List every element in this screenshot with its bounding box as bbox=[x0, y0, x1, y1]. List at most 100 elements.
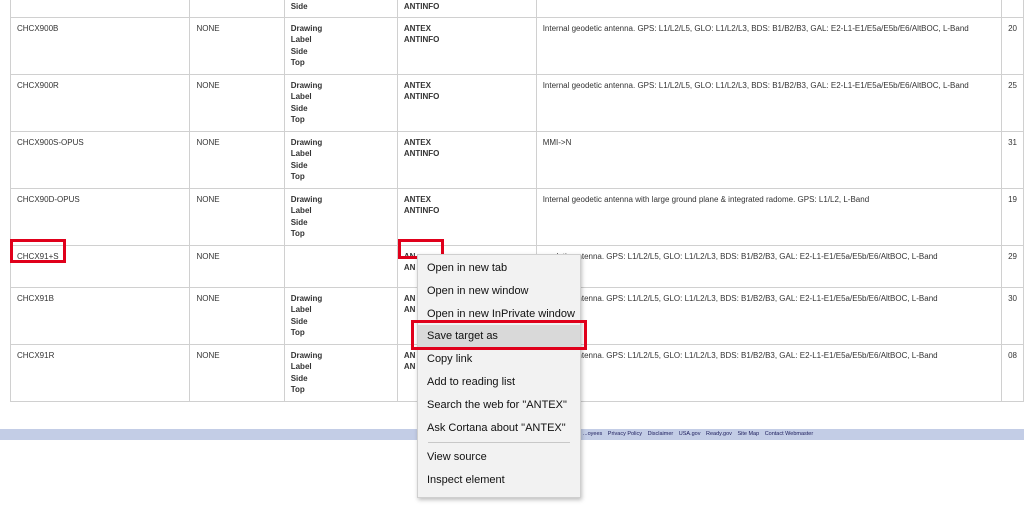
link-label[interactable]: Label bbox=[291, 361, 391, 373]
antenna-name-cell: CHCX91B bbox=[9, 286, 191, 345]
footer-link-readygov[interactable]: Ready.gov bbox=[706, 431, 732, 437]
date-cell: 31 bbox=[1001, 130, 1024, 189]
link-top[interactable]: Top bbox=[291, 171, 391, 183]
menu-save-target-as[interactable]: Save target as bbox=[418, 325, 580, 347]
link-side[interactable]: Side bbox=[291, 373, 391, 385]
footer-link-usagov[interactable]: USA.gov bbox=[679, 431, 701, 437]
menu-copy-link[interactable]: Copy link bbox=[418, 348, 580, 370]
link-top[interactable]: Top bbox=[291, 384, 391, 396]
description-cell: Internal geodetic antenna. GPS: L1/L2/L5… bbox=[535, 73, 1003, 132]
link-label[interactable]: Label bbox=[291, 34, 391, 46]
footer-link-disclaimer[interactable]: Disclaimer bbox=[648, 431, 674, 437]
antinfo-link[interactable]: ANTINFO bbox=[404, 34, 530, 46]
menu-inspect-element[interactable]: Inspect element bbox=[418, 469, 580, 491]
link-drawing[interactable]: Drawing bbox=[291, 293, 391, 305]
table-row: Side ANTINFO bbox=[9, 0, 1024, 18]
table-row: CHCX900S-OPUS NONE Drawing Label Side Top ANTE… bbox=[9, 130, 1024, 189]
link-top[interactable]: Top bbox=[291, 228, 391, 240]
antex-link[interactable]: ANTEX bbox=[404, 194, 530, 206]
link-label[interactable]: Label bbox=[291, 148, 391, 160]
radome-cell: NONE bbox=[189, 343, 285, 402]
link-top[interactable]: Top bbox=[291, 327, 391, 339]
description-cell: ...odetic antenna. GPS: L1/L2/L5, GLO: L… bbox=[535, 244, 1003, 288]
files-cell: ANTINFO bbox=[396, 0, 537, 18]
radome-cell: NONE bbox=[189, 244, 285, 288]
description-cell: MMI->N bbox=[535, 130, 1003, 189]
link-side[interactable]: Side bbox=[291, 103, 391, 115]
links-cell: Drawing Label Side Top bbox=[283, 286, 398, 345]
footer-link-privacy[interactable]: Privacy Policy bbox=[608, 431, 642, 437]
link-drawing[interactable]: Drawing bbox=[291, 350, 391, 362]
description-cell: Internal geodetic antenna. GPS: L1/L2/L5… bbox=[535, 16, 1003, 75]
link-top[interactable]: Top bbox=[291, 57, 391, 69]
antenna-name-cell: CHCX91+S bbox=[9, 244, 191, 288]
menu-open-new-tab[interactable]: Open in new tab bbox=[418, 257, 580, 279]
menu-separator bbox=[428, 442, 570, 443]
antenna-name-cell: CHCX900S-OPUS bbox=[9, 130, 191, 189]
files-cell: ANTEX ANTINFO bbox=[396, 187, 537, 246]
menu-search-web[interactable]: Search the web for "ANTEX" bbox=[418, 394, 580, 416]
links-cell: Drawing Label Side Top bbox=[283, 343, 398, 402]
links-cell: Drawing Label Side Top bbox=[283, 130, 398, 189]
radome-cell: NONE bbox=[189, 130, 285, 189]
menu-open-inprivate[interactable]: Open in new InPrivate window bbox=[418, 303, 580, 325]
antex-link[interactable]: ANTEX bbox=[404, 137, 530, 149]
table-row: CHCX900B NONE Drawing Label Side Top ANTEX ANTI… bbox=[9, 16, 1024, 75]
links-cell: Drawing Label Side Top bbox=[283, 73, 398, 132]
description-cell bbox=[535, 0, 1003, 18]
date-cell: 20 bbox=[1001, 16, 1024, 75]
link-label[interactable]: Label bbox=[291, 91, 391, 103]
date-cell: 29 bbox=[1001, 244, 1024, 288]
footer-link-employees[interactable]: ...oyees bbox=[583, 431, 602, 437]
menu-add-reading-list[interactable]: Add to reading list bbox=[418, 371, 580, 393]
date-cell: 30 bbox=[1001, 286, 1024, 345]
link-top[interactable]: Top bbox=[291, 114, 391, 126]
link-label[interactable]: Label bbox=[291, 304, 391, 316]
radome-cell: NONE bbox=[189, 187, 285, 246]
date-cell bbox=[1001, 0, 1024, 18]
description-cell: ...odetic antenna. GPS: L1/L2/L5, GLO: L… bbox=[535, 286, 1003, 345]
files-cell: ANTEX ANTINFO bbox=[396, 130, 537, 189]
link-side[interactable]: Side bbox=[291, 217, 391, 229]
link-drawing[interactable]: Drawing bbox=[291, 137, 391, 149]
antenna-name-cell: CHCX90D-OPUS bbox=[9, 187, 191, 246]
link-side[interactable]: Side bbox=[291, 160, 391, 172]
antex-link[interactable]: ANTINFO bbox=[404, 1, 530, 13]
menu-ask-cortana[interactable]: Ask Cortana about "ANTEX" bbox=[418, 417, 580, 439]
link-side[interactable]: Side bbox=[291, 1, 391, 13]
description-cell: ...odetic antenna. GPS: L1/L2/L5, GLO: L… bbox=[535, 343, 1003, 402]
table-row: CHCX90D-OPUS NONE Drawing Label Side Top ANTEX… bbox=[9, 187, 1024, 246]
link-side[interactable]: Side bbox=[291, 46, 391, 58]
links-cell: Side bbox=[283, 0, 398, 18]
link-drawing[interactable]: Drawing bbox=[291, 80, 391, 92]
antenna-name-cell bbox=[9, 0, 191, 18]
antex-link[interactable]: ANTEX bbox=[404, 80, 530, 92]
radome-cell bbox=[189, 0, 285, 18]
antenna-name-cell: CHCX91R bbox=[9, 343, 191, 402]
radome-cell: NONE bbox=[189, 73, 285, 132]
radome-cell: NONE bbox=[189, 286, 285, 345]
date-cell: 19 bbox=[1001, 187, 1024, 246]
table-row: CHCX900R NONE Drawing Label Side Top ANTEX ANTI… bbox=[9, 73, 1024, 132]
antinfo-link[interactable]: ANTINFO bbox=[404, 205, 530, 217]
link-drawing[interactable]: Drawing bbox=[291, 23, 391, 35]
menu-view-source[interactable]: View source bbox=[418, 446, 580, 468]
antinfo-link[interactable]: ANTINFO bbox=[404, 148, 530, 160]
link-drawing[interactable]: Drawing bbox=[291, 194, 391, 206]
radome-cell: NONE bbox=[189, 16, 285, 75]
links-cell: Drawing Label Side Top bbox=[283, 16, 398, 75]
antex-link[interactable]: ANTEX bbox=[404, 23, 530, 35]
date-cell: 25 bbox=[1001, 73, 1024, 132]
antenna-name-cell: CHCX900B bbox=[9, 16, 191, 75]
footer-link-sitemap[interactable]: Site Map bbox=[737, 431, 759, 437]
context-menu: Open in new tab Open in new window Open … bbox=[417, 254, 581, 498]
menu-open-new-window[interactable]: Open in new window bbox=[418, 280, 580, 302]
antinfo-link[interactable]: ANTINFO bbox=[404, 91, 530, 103]
link-label[interactable]: Label bbox=[291, 205, 391, 217]
links-cell: Drawing Label Side Top bbox=[283, 187, 398, 246]
link-side[interactable]: Side bbox=[291, 316, 391, 328]
files-cell: ANTEX ANTINFO bbox=[396, 73, 537, 132]
antenna-name-cell: CHCX900R bbox=[9, 73, 191, 132]
footer-link-contact[interactable]: Contact Webmaster bbox=[765, 431, 814, 437]
description-cell: Internal geodetic antenna with large gro… bbox=[535, 187, 1003, 246]
